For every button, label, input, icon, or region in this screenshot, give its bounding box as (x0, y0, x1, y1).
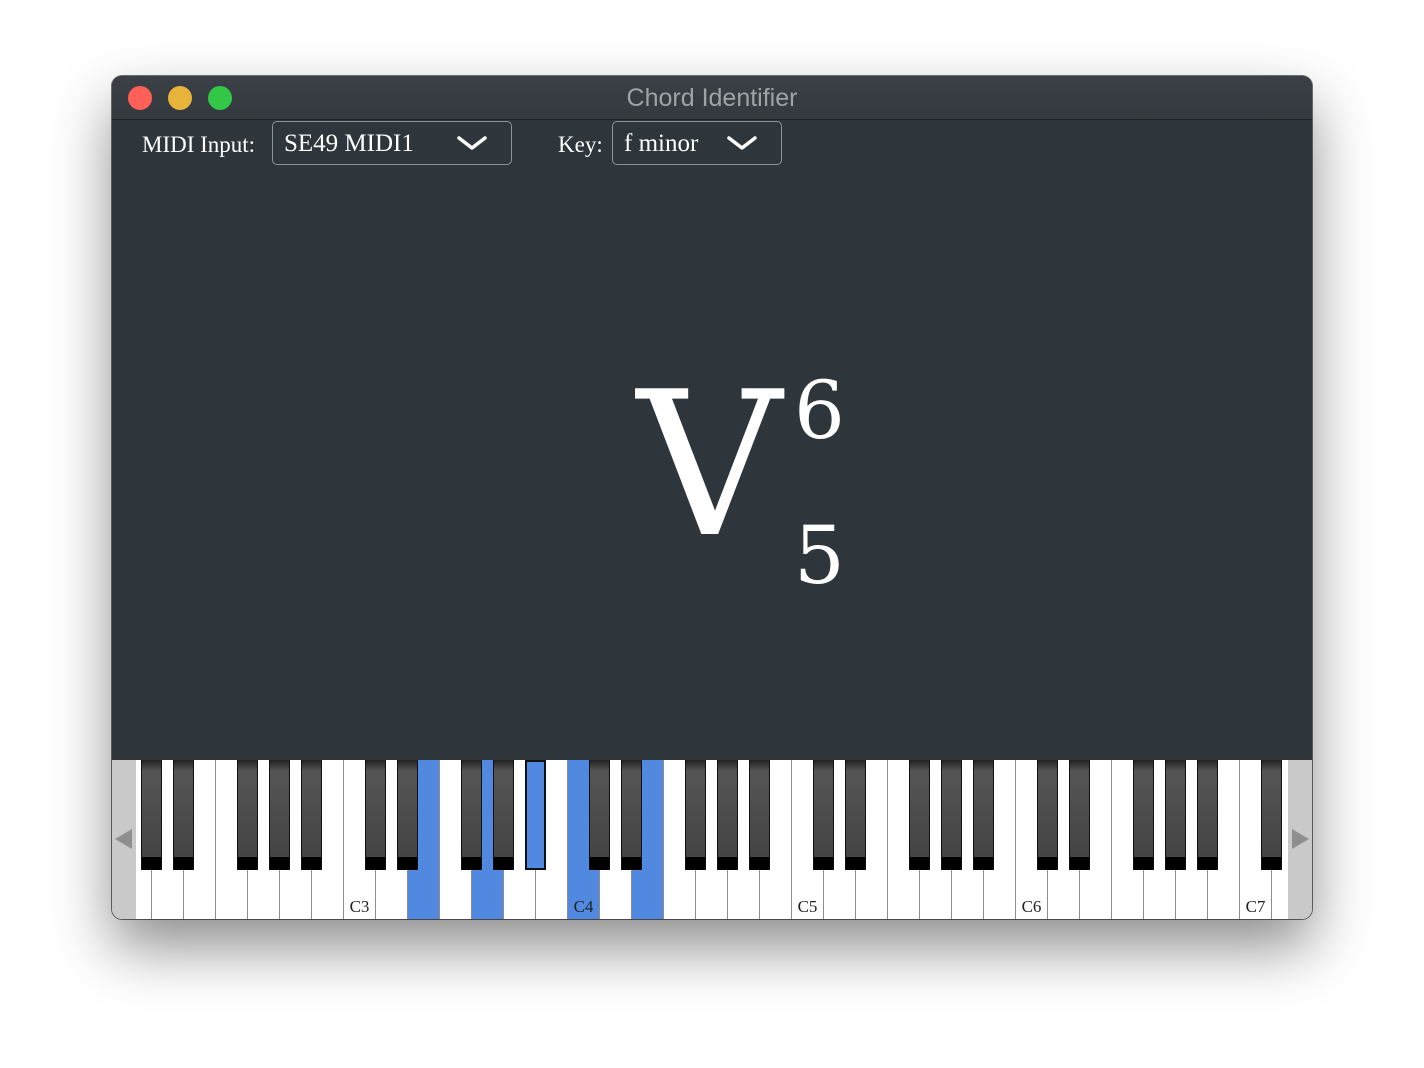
black-key-bb6[interactable] (1197, 760, 1218, 870)
scroll-left-button[interactable] (112, 760, 136, 919)
black-key-bb3[interactable] (525, 760, 546, 870)
chevron-down-icon (727, 136, 757, 150)
black-key-g-sharp3[interactable] (493, 760, 514, 870)
black-key-c-sharp4[interactable] (589, 760, 610, 870)
black-key-f-sharp2[interactable] (237, 760, 258, 870)
window-title: Chord Identifier (626, 84, 798, 112)
black-key-eb6[interactable] (1069, 760, 1090, 870)
triangle-right-icon (1292, 829, 1309, 849)
black-key-c-sharp7[interactable] (1261, 760, 1282, 870)
chord-numeral: V (637, 349, 782, 582)
midi-input-label: MIDI Input: (142, 132, 256, 157)
octave-label: C5 (797, 897, 818, 916)
octave-label: C7 (1245, 897, 1266, 916)
black-key-c-sharp3[interactable] (365, 760, 386, 870)
midi-input-value: SE49 MIDI1 (284, 130, 414, 157)
octave-label: C6 (1021, 897, 1042, 916)
black-key-eb5[interactable] (845, 760, 866, 870)
black-key-f-sharp4[interactable] (685, 760, 706, 870)
black-key-bb2[interactable] (301, 760, 322, 870)
key-value: f minor (624, 130, 699, 157)
black-key-g-sharp5[interactable] (941, 760, 962, 870)
piano-keys: C3 C4 C5 C6 C7 (136, 760, 1288, 919)
triangle-left-icon (115, 829, 132, 849)
black-key-eb3[interactable] (397, 760, 418, 870)
black-key-f-sharp6[interactable] (1133, 760, 1154, 870)
key-label: Key: (558, 132, 603, 157)
app-window: Chord Identifier MIDI Input: SE49 MIDI1 … (112, 76, 1312, 919)
black-key-eb4[interactable] (621, 760, 642, 870)
black-key-bb4[interactable] (749, 760, 770, 870)
chord-figure-bottom: 5 (794, 509, 845, 602)
black-key-bb5[interactable] (973, 760, 994, 870)
octave-label: C3 (349, 897, 370, 916)
octave-label: C4 (573, 897, 594, 916)
piano-keyboard: C3 C4 C5 C6 C7 (112, 760, 1312, 919)
scroll-right-button[interactable] (1288, 760, 1312, 919)
black-key-g-sharp4[interactable] (717, 760, 738, 870)
title-bar[interactable]: Chord Identifier (112, 76, 1312, 120)
black-key-c-sharp6[interactable] (1037, 760, 1058, 870)
black-key-g-sharp6[interactable] (1165, 760, 1186, 870)
black-key-c-sharp5[interactable] (813, 760, 834, 870)
black-key-f-sharp3[interactable] (461, 760, 482, 870)
black-key-c-sharp2[interactable] (141, 760, 162, 870)
black-key-eb2[interactable] (173, 760, 194, 870)
midi-input-select[interactable]: SE49 MIDI1 (272, 121, 512, 165)
black-key-g-sharp2[interactable] (269, 760, 290, 870)
key-select[interactable]: f minor (612, 121, 782, 165)
chevron-down-icon (457, 136, 487, 150)
chord-figure-top: 6 (794, 364, 845, 457)
black-key-f-sharp5[interactable] (909, 760, 930, 870)
